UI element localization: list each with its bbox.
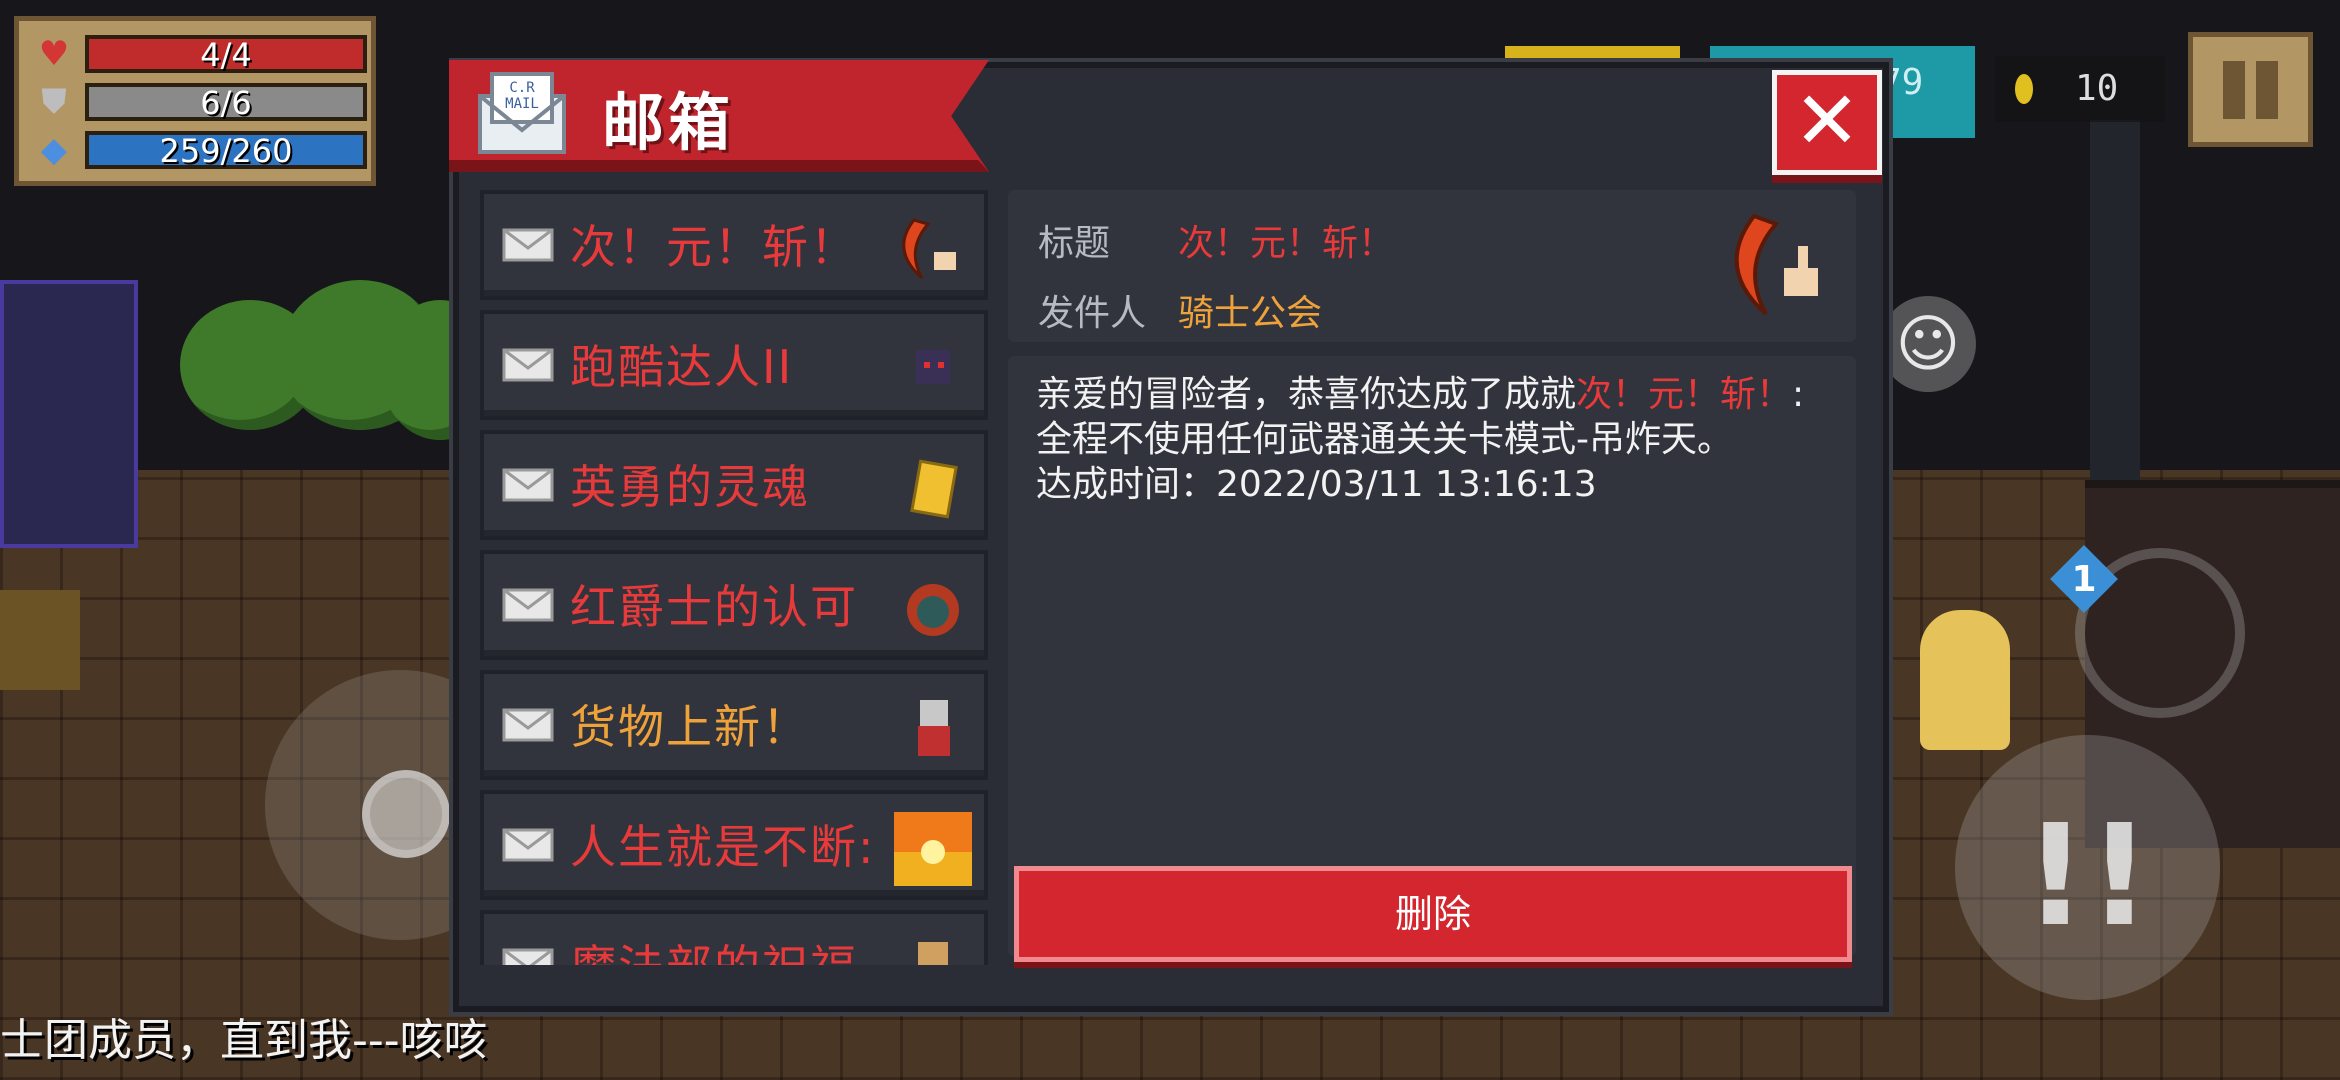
svg-text:C.R: C.R bbox=[509, 80, 535, 96]
vending-machine bbox=[0, 280, 138, 548]
sender-label: 发件人 bbox=[1038, 293, 1147, 334]
coin-counter: 10 bbox=[1995, 56, 2165, 122]
envelope-icon bbox=[502, 228, 554, 262]
armor-bar: 6/6 bbox=[85, 83, 367, 121]
mail-body-highlight: 次！元！斩！ bbox=[1576, 374, 1793, 415]
skill-button[interactable]: !! bbox=[1955, 735, 2220, 1000]
coin-count: 10 bbox=[2075, 68, 2119, 109]
envelope-icon bbox=[502, 348, 554, 382]
mail-item-label: 人生就是不断: bbox=[570, 820, 876, 874]
envelope-icon bbox=[502, 708, 554, 742]
dialog-title: 邮箱 bbox=[602, 86, 735, 159]
dialogue-ticker: 士团成员，直到我---咳咳 bbox=[0, 1015, 488, 1066]
shield-icon: ⛊ bbox=[41, 82, 67, 122]
merchant-icon bbox=[918, 700, 950, 756]
envelope-icon bbox=[502, 468, 554, 502]
envelope-icon bbox=[502, 828, 554, 862]
mail-item-label: 次！元！斩！ bbox=[570, 220, 858, 274]
demon-helmet-icon bbox=[907, 584, 959, 636]
swap-count: 1 bbox=[2071, 559, 2097, 600]
mail-item[interactable]: 红爵士的认可 bbox=[480, 550, 988, 660]
skill-label: !! bbox=[2023, 795, 2152, 958]
mail-item[interactable]: 货物上新！ bbox=[480, 670, 988, 780]
scroll-icon bbox=[910, 459, 958, 519]
mail-item-label: 魔法部的祝福 bbox=[570, 940, 858, 965]
delete-button[interactable]: 删除 bbox=[1014, 866, 1852, 962]
mail-item[interactable]: 跑酷达人II bbox=[480, 310, 988, 420]
npc-character bbox=[0, 590, 80, 690]
mail-envelope-icon: C.R MAIL bbox=[478, 72, 566, 154]
mail-item[interactable]: 人生就是不断: bbox=[480, 790, 988, 900]
book-icon bbox=[918, 942, 948, 965]
joystick-knob[interactable] bbox=[362, 770, 450, 858]
crescent-blade-icon bbox=[1734, 213, 1818, 316]
mail-item[interactable]: 次！元！斩！ bbox=[480, 190, 988, 300]
envelope-icon bbox=[502, 588, 554, 622]
mail-item[interactable]: 英勇的灵魂 bbox=[480, 430, 988, 540]
mail-list[interactable]: 次！元！斩！ 跑酷达人II 英勇的灵魂 红爵士的认可 货物上新！ 人生就是不断:… bbox=[480, 190, 990, 965]
mail-item-label: 跑酷达人II bbox=[570, 340, 794, 394]
title-value: 次！元！斩！ bbox=[1178, 223, 1395, 264]
energy-diamond-icon: ◆ bbox=[40, 130, 68, 170]
sender-value: 骑士公会 bbox=[1178, 293, 1323, 334]
player-stats-panel: ♥ 4/4 ⛊ 6/6 ◆ 259/260 bbox=[14, 16, 376, 186]
mail-item-label: 红爵士的认可 bbox=[570, 580, 858, 634]
pause-button[interactable] bbox=[2188, 32, 2313, 147]
svg-text:MAIL: MAIL bbox=[505, 96, 539, 112]
hp-bar: 4/4 bbox=[85, 35, 367, 73]
emote-button[interactable]: ☺ bbox=[1880, 296, 1976, 392]
mail-item-label: 英勇的灵魂 bbox=[570, 460, 810, 514]
mail-body: 亲爱的冒险者，恭喜你达成了成就次！元！斩！:全程不使用任何武器通关关卡模式-吊炸… bbox=[1036, 372, 1816, 507]
coin-icon bbox=[2015, 74, 2033, 104]
mail-body-time: 达成时间：2022/03/11 13:16:13 bbox=[1036, 464, 1597, 505]
title-label: 标题 bbox=[1038, 223, 1111, 264]
heart-icon: ♥ bbox=[38, 34, 70, 74]
ninja-icon bbox=[916, 350, 950, 384]
mail-body-prefix: 亲爱的冒险者，恭喜你达成了成就 bbox=[1036, 374, 1577, 415]
close-button[interactable]: ✕ bbox=[1772, 70, 1882, 175]
mail-item[interactable]: 魔法部的祝福 bbox=[480, 910, 988, 965]
energy-bar: 259/260 bbox=[85, 131, 367, 169]
pillar bbox=[2090, 120, 2140, 480]
envelope-icon bbox=[502, 948, 554, 965]
npc-character bbox=[1920, 610, 2010, 750]
sunset-icon bbox=[894, 812, 972, 886]
mail-item-label: 货物上新！ bbox=[570, 700, 810, 754]
crescent-blade-icon bbox=[902, 218, 956, 280]
